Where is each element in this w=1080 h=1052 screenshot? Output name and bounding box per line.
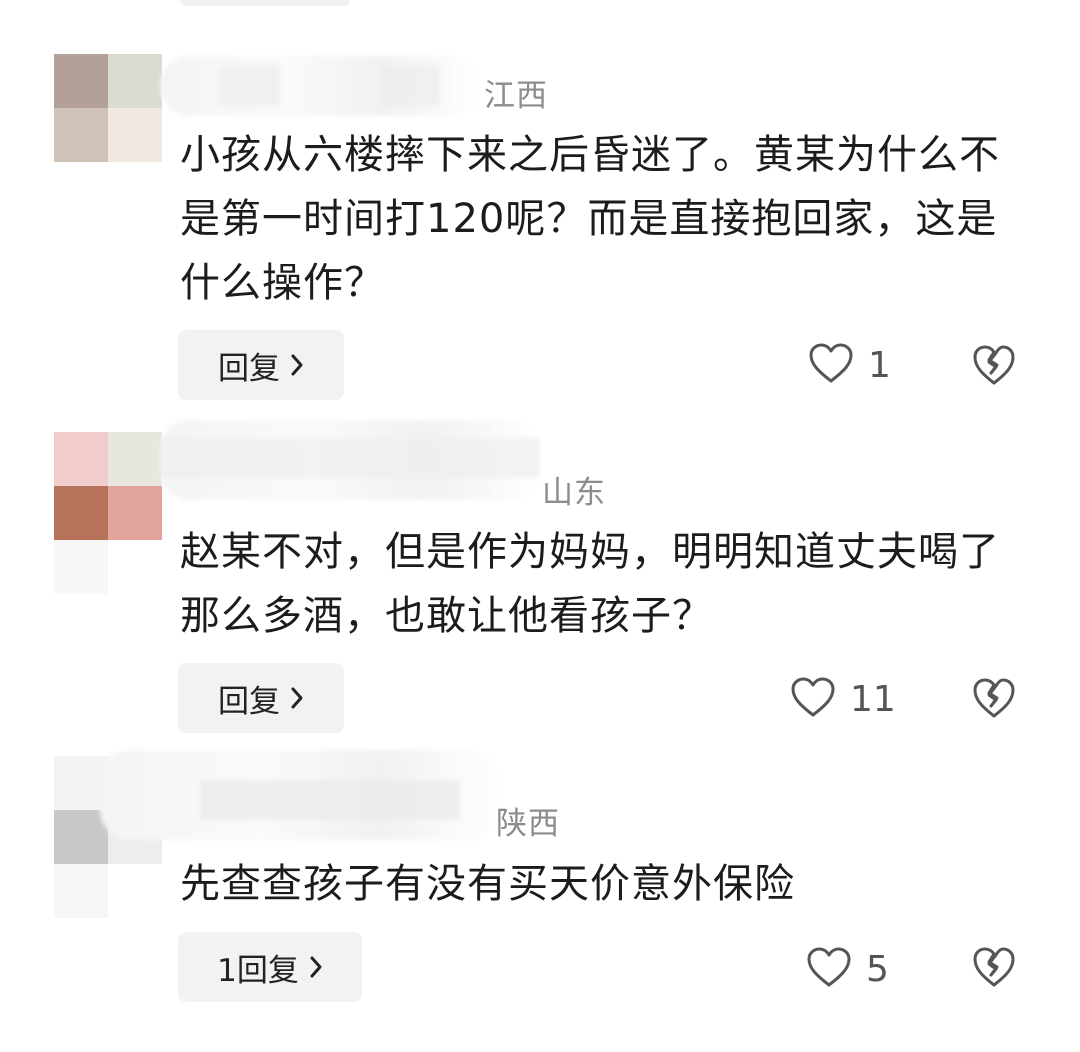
- avatar-pixel: [108, 540, 162, 594]
- reply-label: 回复: [218, 350, 280, 387]
- broken-heart-icon[interactable]: [972, 677, 1016, 723]
- comment-text: 小孩从六楼摔下来之后昏迷了。黄某为什么不是第一时间打120呢？而是直接抱回家，这…: [180, 132, 1000, 306]
- comment-text: 先查查孩子有没有买天价意外保险: [180, 861, 795, 907]
- heart-outline-icon: [806, 946, 852, 992]
- like-button[interactable]: 11: [790, 676, 896, 722]
- broken-heart-icon[interactable]: [972, 946, 1016, 992]
- avatar[interactable]: [54, 432, 162, 594]
- avatar-pixel: [108, 108, 162, 162]
- avatar-pixel: [54, 54, 108, 108]
- previous-reply-button-edge: [180, 0, 350, 6]
- like-button[interactable]: 5: [806, 946, 889, 992]
- reply-button[interactable]: 回复: [178, 330, 344, 400]
- like-count: 11: [850, 678, 896, 720]
- avatar-pixel: [54, 810, 108, 864]
- avatar-pixel: [54, 486, 108, 540]
- region-label: 江西: [484, 78, 548, 114]
- avatar-pixel: [108, 486, 162, 540]
- avatar-pixel: [108, 432, 162, 486]
- like-count: 1: [868, 344, 891, 386]
- like-count: 5: [866, 948, 889, 990]
- avatar-pixel: [54, 864, 108, 918]
- avatar[interactable]: [54, 54, 162, 162]
- avatar-pixel: [54, 540, 108, 594]
- chevron-right-icon: [290, 353, 304, 377]
- avatar-pixel: [54, 108, 108, 162]
- username-blurred[interactable]: [160, 420, 540, 500]
- broken-heart-icon[interactable]: [972, 344, 1016, 390]
- chevron-right-icon: [309, 955, 323, 979]
- like-button[interactable]: 1: [808, 342, 891, 388]
- chevron-right-icon: [290, 686, 304, 710]
- region-label: 陕西: [496, 806, 560, 842]
- region-label: 山东: [542, 475, 606, 511]
- reply-button[interactable]: 1回复: [178, 932, 362, 1002]
- heart-outline-icon: [790, 676, 836, 722]
- username-blurred[interactable]: [100, 750, 500, 840]
- avatar-pixel: [108, 864, 162, 918]
- avatar-pixel: [54, 432, 108, 486]
- comment-text: 赵某不对，但是作为妈妈，明明知道丈夫喝了那么多酒，也敢让他看孩子？: [180, 529, 1000, 639]
- reply-button[interactable]: 回复: [178, 663, 344, 733]
- username-blurred[interactable]: [160, 56, 480, 116]
- avatar-pixel: [108, 54, 162, 108]
- reply-label: 回复: [218, 683, 280, 720]
- heart-outline-icon: [808, 342, 854, 388]
- reply-label: 1回复: [217, 952, 299, 989]
